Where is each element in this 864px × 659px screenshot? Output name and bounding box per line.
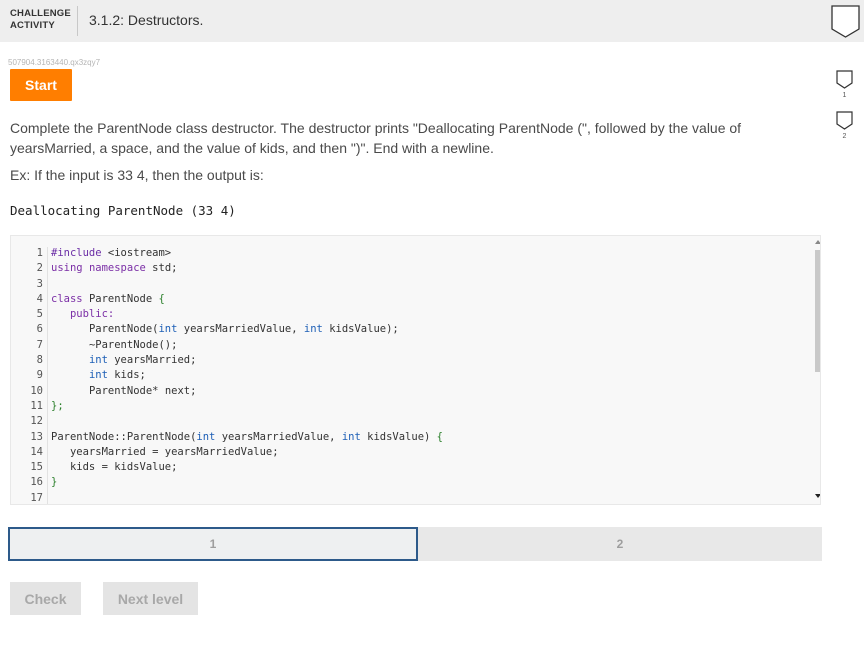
challenge-activity-label: CHALLENGE ACTIVITY [10, 8, 71, 31]
code-editor[interactable]: 1 2 3 4 5 6 7 8 9 10 11 12 13 14 15 16 1… [10, 235, 821, 505]
scrollbar-thumb[interactable] [815, 250, 820, 372]
code-line[interactable]: class ParentNode { [51, 292, 443, 307]
level-2-badge-number: 2 [842, 133, 847, 140]
code-line[interactable]: kids = kidsValue; [51, 460, 443, 475]
check-button[interactable]: Check [10, 582, 81, 615]
next-level-button[interactable]: Next level [103, 582, 198, 615]
code-line[interactable]: ParentNode* next; [51, 384, 443, 399]
sample-output: Deallocating ParentNode (33 4) [10, 203, 236, 218]
activity-id: 507904.3163440.qx3zqy7 [8, 58, 101, 67]
line-numbers: 1 2 3 4 5 6 7 8 9 10 11 12 13 14 15 16 1… [30, 247, 43, 504]
code-line[interactable]: #include <iostream> [51, 246, 443, 261]
instructions-text: Complete the ParentNode class destructor… [10, 120, 742, 156]
activity-header: CHALLENGE ACTIVITY 3.1.2: Destructors. [0, 0, 864, 42]
code-line[interactable] [51, 414, 443, 429]
header-divider [77, 6, 78, 36]
level-1-badge-icon[interactable]: 1 [836, 70, 853, 100]
code-line[interactable]: using namespace std; [51, 261, 443, 276]
code-line[interactable] [51, 277, 443, 292]
code-line[interactable]: ~ParentNode(); [51, 338, 443, 353]
code-lines[interactable]: #include <iostream> using namespace std;… [51, 246, 443, 504]
completion-badge-icon [831, 5, 860, 38]
code-line[interactable]: int kids; [51, 368, 443, 383]
code-line[interactable] [51, 491, 443, 504]
level-2-badge-icon[interactable]: 2 [836, 111, 853, 141]
level-tab-2[interactable]: 2 [418, 527, 822, 561]
level-tab-1[interactable]: 1 [8, 527, 418, 561]
editor-scrollbar[interactable] [815, 240, 820, 502]
code-line[interactable]: public: [51, 307, 443, 322]
code-line[interactable]: yearsMarried = yearsMarriedValue; [51, 445, 443, 460]
code-line[interactable]: int yearsMarried; [51, 353, 443, 368]
code-line[interactable]: }; [51, 399, 443, 414]
activity-title: 3.1.2: Destructors. [89, 12, 204, 28]
scroll-up-arrow-icon[interactable] [815, 240, 820, 244]
code-line[interactable]: ParentNode::ParentNode(int yearsMarriedV… [51, 430, 443, 445]
start-button[interactable]: Start [10, 69, 72, 101]
example-text: Ex: If the input is 33 4, then the outpu… [10, 167, 264, 183]
level-1-badge-number: 1 [842, 92, 847, 99]
scroll-down-arrow-icon[interactable] [815, 494, 820, 498]
fold-guide [47, 247, 48, 504]
code-line[interactable]: } [51, 475, 443, 490]
code-line[interactable]: ParentNode(int yearsMarriedValue, int ki… [51, 322, 443, 337]
